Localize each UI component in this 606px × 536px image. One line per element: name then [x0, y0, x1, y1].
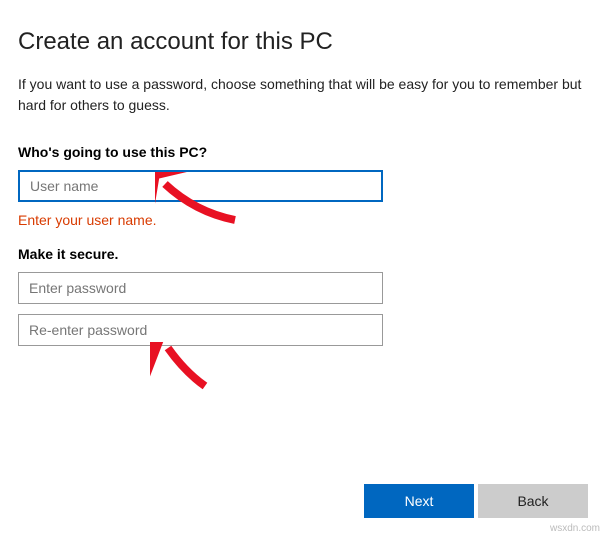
- username-label: Who's going to use this PC?: [18, 144, 588, 160]
- username-input[interactable]: [18, 170, 383, 202]
- back-button[interactable]: Back: [478, 484, 588, 518]
- next-button[interactable]: Next: [364, 484, 474, 518]
- username-error: Enter your user name.: [18, 212, 588, 228]
- watermark: wsxdn.com: [550, 523, 600, 534]
- confirm-password-input[interactable]: [18, 314, 383, 346]
- page-title: Create an account for this PC: [18, 28, 588, 56]
- page-subtitle: If you want to use a password, choose so…: [18, 74, 588, 116]
- password-section-label: Make it secure.: [18, 246, 588, 262]
- arrow-annotation-icon: [150, 342, 220, 392]
- password-input[interactable]: [18, 272, 383, 304]
- account-form: Create an account for this PC If you wan…: [0, 0, 606, 346]
- footer-buttons: Next Back: [364, 484, 588, 518]
